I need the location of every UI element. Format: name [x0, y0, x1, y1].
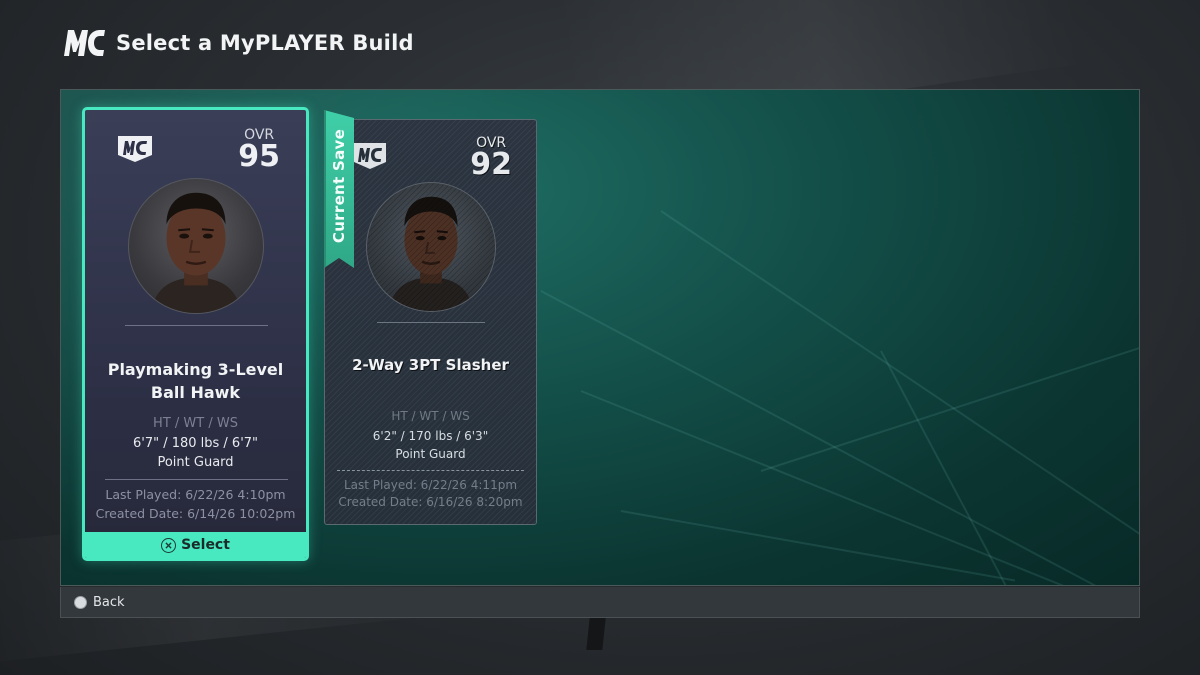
background-line — [760, 315, 1139, 472]
player-portrait — [366, 182, 496, 312]
player-face-icon — [367, 183, 495, 311]
last-played-date: Last Played: 6/22/26 4:10pm — [105, 487, 286, 502]
background-line — [580, 390, 1139, 585]
attr-values: 6'2" / 170 lbs / 6'3" — [372, 429, 489, 443]
card-divider — [337, 470, 524, 472]
last-played-date: Last Played: 6/22/26 4:11pm — [343, 478, 518, 492]
mc-badge-icon — [354, 143, 386, 169]
select-label: Select — [181, 537, 230, 553]
ovr-value: 95 — [238, 139, 280, 174]
created-date: Created Date: 6/14/26 10:02pm — [95, 506, 296, 521]
build-name-line: Ball Hawk — [150, 383, 241, 402]
card-divider — [125, 325, 268, 326]
back-button[interactable]: Back — [93, 595, 125, 610]
current-save-label: Current Save — [330, 128, 348, 244]
cross-button-icon — [161, 537, 177, 553]
build-card-selected[interactable]: OVR 95 Playmaking 3-Level Ball Hawk HT /… — [82, 107, 309, 561]
card-divider — [105, 479, 288, 480]
attr-label: HT / WT / WS — [153, 416, 238, 431]
build-name-line: Playmaking 3-Level — [107, 360, 284, 379]
tv-stand — [586, 618, 606, 650]
page-title: Select a MyPLAYER Build — [116, 31, 414, 55]
attr-label: HT / WT / WS — [391, 409, 470, 423]
background-line — [620, 510, 1016, 582]
background-line — [660, 210, 1139, 548]
select-button[interactable]: Select — [85, 532, 306, 558]
created-date: Created Date: 6/16/26 8:20pm — [338, 495, 523, 509]
build-name: 2-Way 3PT Slasher — [352, 356, 509, 374]
ovr-rating: OVR 95 — [238, 128, 280, 172]
card-divider — [377, 322, 485, 323]
background-line — [540, 290, 1139, 585]
build-name: Playmaking 3-Level Ball Hawk — [85, 358, 306, 404]
player-position: Point Guard — [395, 447, 466, 461]
build-card[interactable]: OVR 92 2-Way 3PT Slasher HT / WT / WS 6'… — [324, 119, 537, 525]
player-position: Point Guard — [157, 455, 234, 470]
ovr-rating: OVR 92 — [470, 136, 512, 180]
player-face-icon — [150, 192, 242, 313]
attr-values: 6'7" / 180 lbs / 6'7" — [132, 436, 259, 451]
mc-logo-icon — [64, 30, 105, 56]
mc-badge-icon — [118, 136, 152, 162]
page-header: Select a MyPLAYER Build — [62, 28, 414, 58]
footer-bar: Back — [60, 587, 1140, 618]
circle-button-icon[interactable] — [74, 595, 87, 609]
player-portrait — [128, 178, 264, 314]
ovr-value: 92 — [470, 147, 512, 182]
